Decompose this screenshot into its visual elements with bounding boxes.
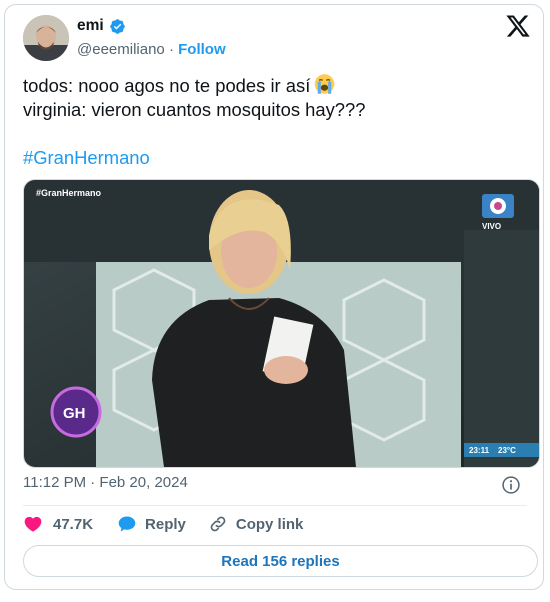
heart-icon bbox=[24, 516, 42, 532]
info-icon[interactable] bbox=[501, 475, 521, 495]
media-watermark: #GranHermano bbox=[36, 188, 102, 198]
tweet-text: todos: nooo agos no te podes ir así virg… bbox=[23, 73, 523, 122]
loudly-crying-face-icon bbox=[315, 74, 335, 94]
tweet-text-line-2: virginia: vieron cuantos mosquitos hay??… bbox=[23, 99, 366, 120]
link-icon bbox=[210, 516, 226, 532]
copy-link-button[interactable]: Copy link bbox=[208, 514, 304, 534]
avatar[interactable] bbox=[23, 15, 69, 61]
reply-bubble-icon bbox=[118, 516, 136, 532]
like-count: 47.7K bbox=[53, 515, 94, 533]
x-logo-icon[interactable] bbox=[505, 13, 531, 39]
author-name-row: emi bbox=[77, 17, 126, 35]
follow-button[interactable]: Follow bbox=[178, 41, 226, 58]
author-handle-row: @eeemiliano · Follow bbox=[77, 41, 226, 58]
tweet-card: emi @eeemiliano · Follow todos: nooo ago… bbox=[4, 4, 544, 590]
tweet-text-line-1: todos: nooo agos no te podes ir así bbox=[23, 73, 523, 98]
copy-link-label: Copy link bbox=[235, 515, 304, 533]
read-replies-button[interactable]: Read 156 replies bbox=[23, 545, 538, 577]
media-temperature: 23°C bbox=[498, 446, 516, 455]
hashtag-link[interactable]: #GranHermano bbox=[23, 147, 150, 169]
author-handle[interactable]: @eeemiliano bbox=[77, 41, 165, 58]
media-gh-logo: GH bbox=[63, 405, 86, 422]
tweet-actions: 47.7K Reply Copy link bbox=[23, 514, 303, 534]
tweet-text-line-1-content: todos: nooo agos no te podes ir así bbox=[23, 75, 311, 96]
author-name[interactable]: emi bbox=[77, 17, 104, 35]
tweet-timestamp[interactable]: 11:12 PM · Feb 20, 2024 bbox=[23, 474, 188, 491]
reply-button[interactable]: Reply bbox=[117, 514, 186, 534]
handle-separator: · bbox=[168, 41, 174, 58]
avatar-image bbox=[23, 15, 69, 61]
tweet-media-image[interactable]: #GranHermano VIVO GH 23:11 23°C bbox=[23, 179, 540, 468]
media-clock: 23:11 bbox=[469, 446, 490, 455]
like-button[interactable]: 47.7K bbox=[23, 514, 93, 534]
media-scene: #GranHermano VIVO GH 23:11 23°C bbox=[24, 180, 539, 467]
media-live-label: VIVO bbox=[482, 222, 501, 231]
reply-label: Reply bbox=[145, 515, 186, 533]
divider bbox=[23, 505, 527, 506]
verified-badge-icon bbox=[109, 18, 125, 34]
